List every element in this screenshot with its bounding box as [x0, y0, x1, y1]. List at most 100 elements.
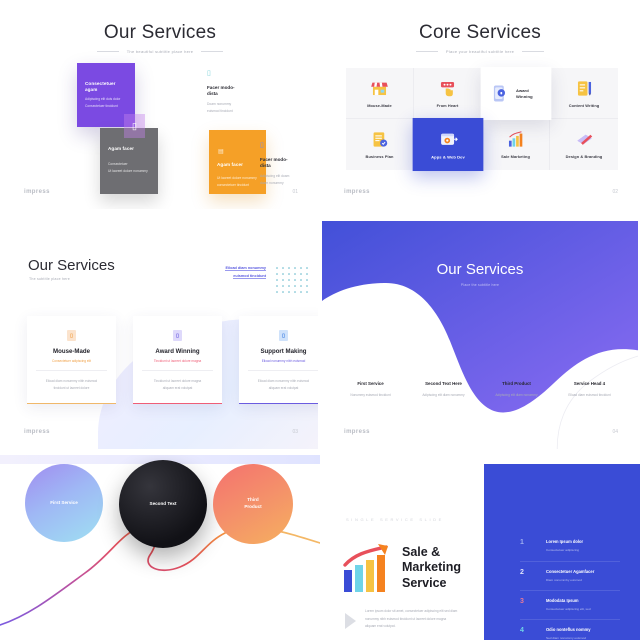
slide-our-services-cards[interactable]: Our Services The beautiful subtitle plac…: [0, 0, 320, 215]
service-item[interactable]: First Service Nonummy euismod tincidunt: [334, 381, 407, 398]
service-cell-design-branding[interactable]: Design & Branding: [550, 119, 618, 170]
page-number: 04: [612, 429, 618, 435]
service-card[interactable]: ▯ Support Making Eiload nonummy nibh eui…: [239, 316, 318, 405]
page-subtitle: Place your beautiful subtitle here: [322, 49, 638, 54]
service-card[interactable]: ▯ Award Winning Tincidunt ut laoreet dol…: [133, 316, 222, 405]
card-divider: [142, 370, 213, 371]
slide-circle-timeline[interactable]: First Service Second Text Third Product: [0, 455, 320, 640]
header-link[interactable]: Eiload diam nonummy euismod tincidunt: [204, 265, 266, 281]
item-title: First Service: [357, 381, 384, 386]
item-title: Consectetuer Agamfacer: [546, 569, 595, 574]
circle-label: First Service: [50, 499, 78, 505]
service-card[interactable]: ▯ Mouse-Made Consectetuer adipiscing eli…: [27, 316, 116, 405]
item-title: Lorem Ipsum dolor: [546, 539, 584, 544]
card-title: Agam facer: [217, 162, 244, 167]
note-pencil-icon: [577, 80, 591, 96]
slide-our-services-wave[interactable]: Our Services Place the subtitle here Fir…: [320, 215, 640, 455]
card-body: Eiload diam nonummy nibh euismod aliquam…: [257, 379, 310, 390]
mobile-lock-icon: [493, 85, 506, 102]
brand-logo: impress: [24, 429, 50, 435]
slide-sale-marketing[interactable]: SINGLE SERVICE SLIDE Sale & Marketing Se…: [320, 455, 640, 640]
service-item[interactable]: Service Head 4 Eiload diam euismod tinci…: [553, 381, 626, 398]
item-desc: Sed diam nonummy euismod: [546, 636, 587, 640]
storefront-icon: [371, 82, 388, 95]
page-title: Sale & Marketing Service: [402, 545, 462, 590]
circle-node[interactable]: First Service: [25, 464, 103, 542]
page-title: Our Services: [28, 257, 115, 274]
card-title: Award Winning: [155, 348, 200, 355]
circle-node[interactable]: Second Text: [119, 460, 207, 548]
numbered-list-panel: 1 Lorem Ipsum dolor Consectetuer adipisc…: [484, 464, 640, 640]
item-body: Adipiscing elit diam nonummy: [495, 393, 538, 397]
cell-label: Award Winning: [516, 87, 533, 99]
card-body: Consectetuer Ut laoreet dolore nonummy: [108, 162, 148, 173]
block-body: Adipiscing elit doam doam nonummy: [260, 174, 290, 185]
slide-our-services-three-cards[interactable]: Our Services The subtitle place here Eil…: [0, 215, 320, 455]
service-cell-business-plan[interactable]: Business Plan: [346, 119, 414, 170]
kicker-text: SINGLE SERVICE SLIDE: [346, 517, 444, 522]
service-cell-from-heart[interactable]: From Heart: [414, 68, 482, 119]
card-body: Adipiscing elit duis dolor Consectetuer …: [85, 97, 121, 108]
clipboard-check-icon: [373, 132, 388, 147]
item-number: 2: [520, 569, 524, 576]
card-divider: [248, 370, 318, 371]
card-title: Mouse-Made: [53, 348, 90, 355]
list-item[interactable]: 3 Mododata Ipsum Consectetuer adipiscing…: [520, 590, 620, 619]
block-title: Facer modo- dista: [207, 85, 235, 97]
item-title: Second Text Here: [425, 381, 462, 386]
item-title: Odio nonteflus nommy: [546, 627, 591, 632]
card-title: Agam facer: [108, 146, 135, 151]
list-item[interactable]: 4 Odio nonteflus nommy Sed diam nonummy …: [520, 619, 620, 640]
item-title: Service Head 4: [573, 381, 606, 386]
page-subtitle: Place the subtitle here: [460, 283, 500, 287]
service-item[interactable]: Third Product Adipiscing elit diam nonum…: [480, 381, 553, 398]
item-desc: Diam nonummby euismod: [546, 578, 582, 582]
card-divider: [36, 370, 107, 371]
divider-left: [415, 51, 438, 53]
mobile-app-icon: ▯: [124, 114, 145, 138]
card-title: Support Making: [260, 348, 307, 355]
page-number: 02: [612, 189, 618, 195]
page-number: 03: [292, 429, 298, 435]
dot-pattern: [274, 265, 310, 295]
list-item[interactable]: 2 Consectetuer Agamfacer Diam nonummby e…: [520, 561, 620, 590]
page-subtitle: The subtitle place here: [29, 277, 70, 281]
service-cell-mouse-made[interactable]: Mouse-Made: [346, 68, 414, 119]
chart-icon: ▯: [279, 330, 288, 341]
bar-chart-icon: ▯: [207, 70, 211, 77]
item-title: Mododata Ipsum: [546, 598, 579, 603]
brand-logo: impress: [344, 189, 370, 195]
item-number: 1: [520, 539, 524, 546]
chart-icon: ▯: [67, 330, 76, 341]
service-cell-apps-web-dev[interactable]: Apps & Web Dev: [412, 117, 484, 172]
slide-core-services[interactable]: Core Services Place your beautiful subti…: [320, 0, 640, 215]
service-cell-award-winning[interactable]: Award Winning: [480, 66, 552, 121]
cell-label: Design & Branding: [565, 154, 603, 159]
card-body: Ut laoreet dolore nonummy consectetuer t…: [217, 176, 257, 187]
block-body: Doam nonummy euismod tincidunt: [207, 102, 233, 113]
chart-icon: ▯: [173, 330, 182, 341]
app-gear-icon: [440, 133, 458, 145]
service-item[interactable]: Second Text Here Adipiscing elit diam no…: [407, 381, 480, 398]
card-subtitle: Tincidunt ut laoreet dolore magna: [153, 359, 202, 363]
service-cell-sale-marketing[interactable]: Sale Marketing: [482, 119, 550, 170]
card-body: Tincidunt ut laoreet dolore magna aliqua…: [153, 379, 202, 390]
circle-node[interactable]: Third Product: [213, 464, 293, 544]
card-body: Eiload diam nonummy nibh euismod tincidu…: [45, 379, 98, 390]
item-desc: Consectetuer adipiscing: [546, 548, 580, 552]
page-title: Core Services: [419, 22, 541, 43]
card-subtitle: Consectetuer adipiscing elit: [52, 359, 91, 363]
play-icon[interactable]: [345, 613, 356, 629]
service-card[interactable]: ▤ Agam facer Ut laoreet dolore nonummy c…: [209, 130, 266, 194]
service-cell-content-writing[interactable]: Content Writing: [550, 68, 618, 119]
page-number: 01: [292, 189, 298, 195]
divider-right: [522, 51, 545, 53]
page-title: Our Services: [436, 261, 524, 278]
card-accent-bar: [239, 402, 318, 405]
service-text-block: ▯ Facer modo- dista Adipiscing elit doam…: [260, 142, 318, 187]
cell-label: From Heart: [436, 102, 459, 108]
hand-click-icon: [440, 81, 455, 96]
list-item[interactable]: 1 Lorem Ipsum dolor Consectetuer adipisc…: [520, 532, 620, 561]
brand-logo: impress: [24, 189, 50, 195]
item-body: Eiload diam euismod tincidunt: [568, 393, 611, 397]
